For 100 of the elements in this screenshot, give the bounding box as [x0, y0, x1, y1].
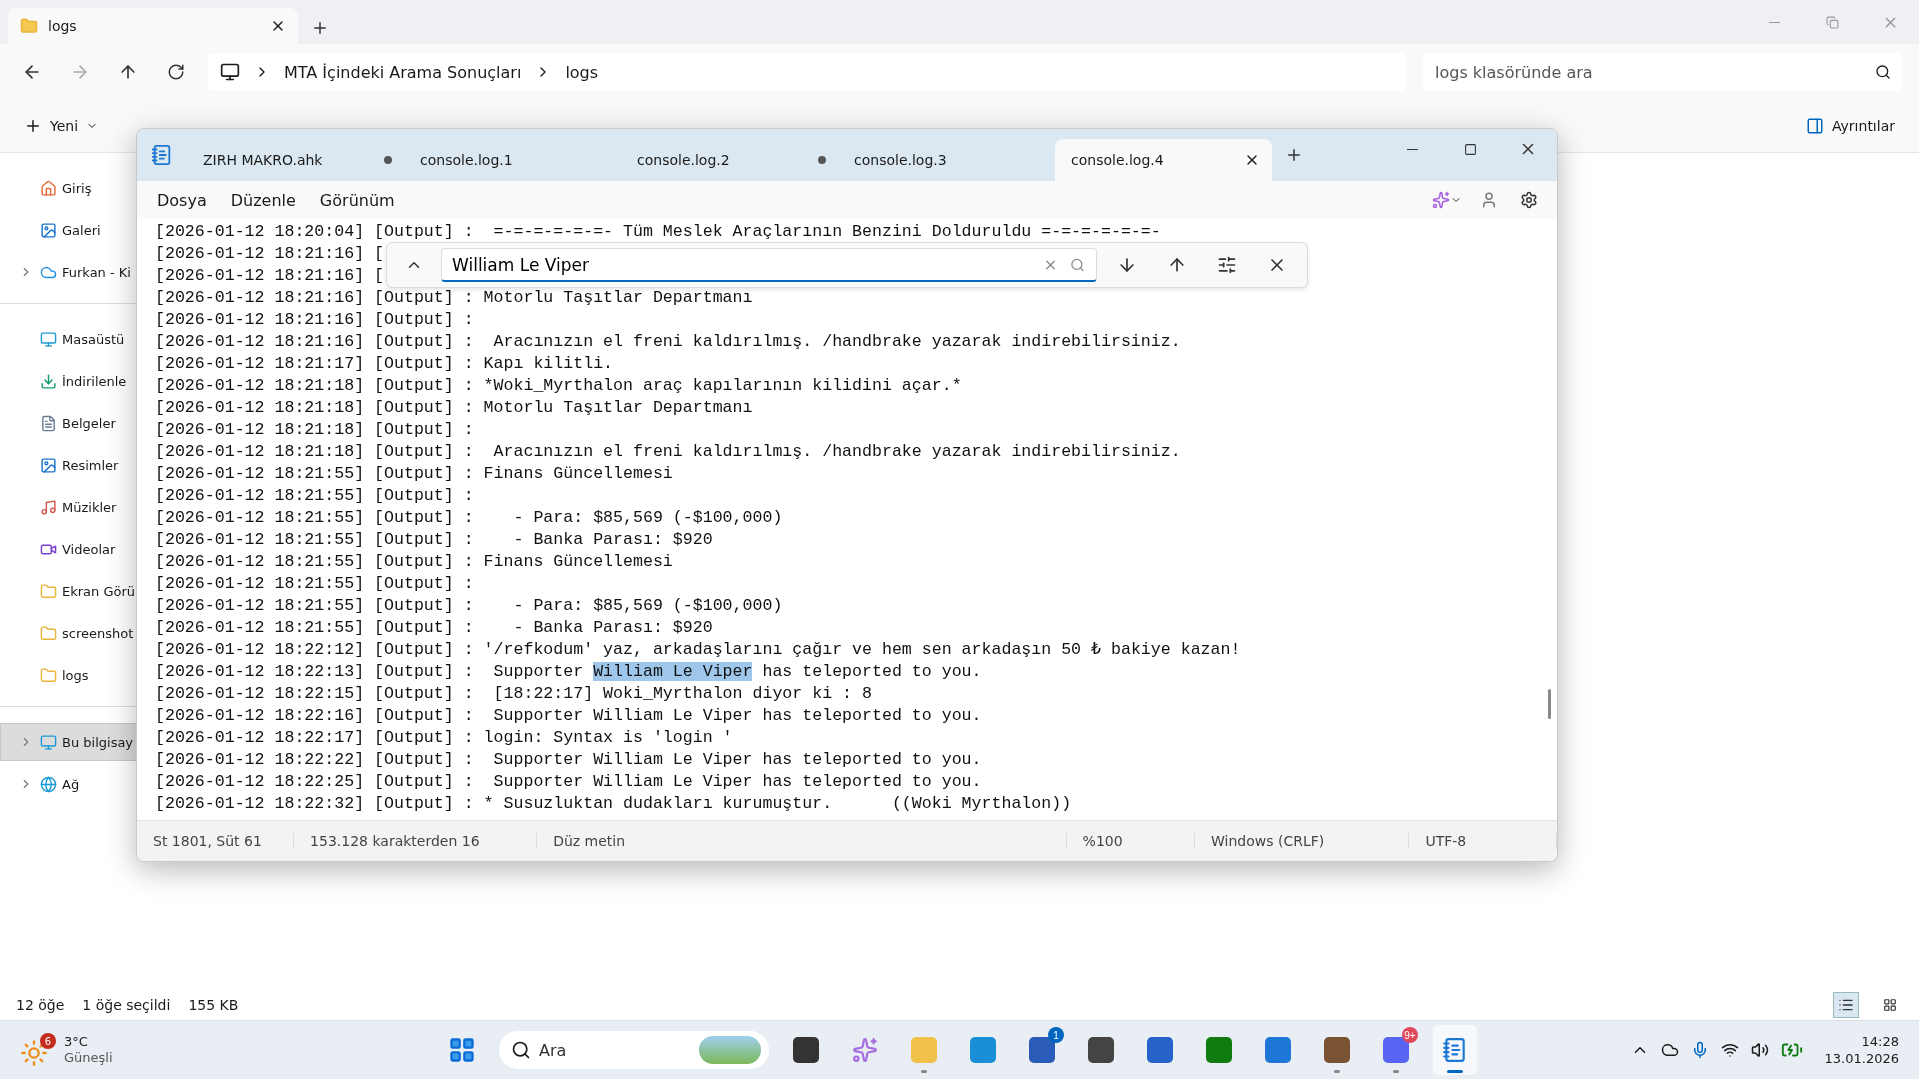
restore-icon — [1825, 15, 1839, 29]
log-line: [2026-01-12 18:21:55] [Output] : - Para: $85,569 (-$100,000) — [155, 595, 783, 617]
sidebar-item[interactable]: screenshot — [0, 614, 140, 652]
notification-badge: 1 — [1048, 1027, 1064, 1043]
log-line: [2026-01-12 18:22:17] [Output] : login: Syntax is 'login ' — [155, 727, 733, 749]
log-line: [2026-01-12 18:21:16] [Output] : Motorlu Taşıtlar Departmanı — [155, 287, 753, 309]
notebook-icon — [1442, 1037, 1468, 1063]
grid-icon — [1883, 998, 1897, 1012]
wifi-icon[interactable] — [1720, 1041, 1739, 1059]
log-line: [2026-01-12 18:21:18] [Output] : — [155, 419, 474, 441]
sidebar-item[interactable]: Ağ — [0, 765, 140, 803]
file-tab[interactable]: ZIRH MAKRO.ahk — [187, 139, 404, 181]
sidebar-item[interactable]: Videolar — [0, 530, 140, 568]
list-icon — [1838, 997, 1854, 1013]
sidebar-item[interactable]: logs — [0, 656, 140, 694]
sidebar-item[interactable]: Furkan - Ki — [0, 253, 140, 291]
find-field[interactable]: William Le Viper — [441, 248, 1097, 282]
sidebar-item[interactable]: Müzikler — [0, 488, 140, 526]
plus-icon — [24, 117, 42, 135]
sidebar-item[interactable]: Masaüstü — [0, 320, 140, 358]
breadcrumb-item[interactable]: logs — [565, 62, 599, 82]
menu-item[interactable]: Görünüm — [307, 184, 407, 216]
app-tile-icon — [970, 1037, 996, 1063]
log-line: [2026-01-12 18:22:32] [Output] : * Susuzluktan dudakları kurumuştur. ((Woki Myrthalon)) — [155, 793, 1072, 815]
music-note-icon — [40, 498, 57, 516]
app-tile-icon — [1147, 1037, 1173, 1063]
log-line: [2026-01-12 18:21:55] [Output] : Finans Güncellemesi — [155, 551, 673, 573]
panel-icon — [1805, 117, 1824, 135]
log-line: [2026-01-12 18:21:16] [Output] : — [155, 309, 474, 331]
maximize-icon — [1463, 142, 1477, 156]
status-text: %100 — [1066, 833, 1196, 849]
menu-item[interactable]: Düzenle — [218, 184, 308, 216]
details-button[interactable]: Ayrıntılar — [1801, 111, 1899, 141]
status-text: St 1801, Süt 61 — [137, 833, 295, 849]
plus-icon — [311, 19, 329, 37]
address-bar[interactable]: MTA İçindeki Arama Sonuçları logs — [208, 53, 1407, 91]
sidebar-item[interactable]: Ekran Görü — [0, 572, 140, 610]
log-line: [2026-01-12 18:22:22] [Output] : Supporter William Le Viper has teleported to you. — [155, 749, 982, 771]
settings-icon — [1520, 191, 1538, 209]
sidebar-item[interactable]: Galeri — [0, 211, 140, 249]
minimize-icon — [1768, 21, 1780, 23]
file-tab[interactable]: console.log.2 — [621, 139, 838, 181]
log-line: [2026-01-12 18:21:55] [Output] : — [155, 573, 474, 595]
landscape-picture-icon — [699, 1036, 761, 1064]
sliders-icon — [1217, 255, 1237, 275]
folder-icon — [40, 666, 57, 684]
search-icon — [1875, 64, 1891, 80]
log-line: [2026-01-12 18:21:16] [Output] : Aracınızın el freni kaldırılmış. /handbrake yazarak indirebilirsiniz. — [155, 331, 1181, 353]
notepad-icon — [151, 144, 173, 166]
app-tile-icon — [1088, 1037, 1114, 1063]
sidebar-item[interactable]: Giriş — [0, 169, 140, 207]
network-icon — [40, 775, 57, 793]
sidebar-item[interactable]: Belgeler — [0, 404, 140, 442]
app-tile-icon — [911, 1037, 937, 1063]
sparkle-icon — [852, 1037, 878, 1063]
sidebar-item[interactable]: Resimler — [0, 446, 140, 484]
file-tab[interactable]: console.log.1 — [404, 139, 621, 181]
download-icon — [40, 372, 57, 390]
file-tab[interactable]: console.log.3 — [838, 139, 1055, 181]
log-line: [2026-01-12 18:21:18] [Output] : *Woki_Myrthalon araç kapılarının kilidini açar.* — [155, 375, 962, 397]
app-tile-icon — [1206, 1037, 1232, 1063]
app-tile-icon — [793, 1037, 819, 1063]
clock[interactable]: 14:28 13.01.2026 — [1824, 1033, 1899, 1067]
volume-icon[interactable] — [1750, 1041, 1769, 1059]
cloud-icon[interactable] — [1660, 1041, 1679, 1059]
status-text: 12 öğe — [16, 997, 65, 1013]
folder-icon — [40, 582, 57, 600]
breadcrumb-item[interactable]: MTA İçindeki Arama Sonuçları — [284, 62, 522, 82]
document-icon — [40, 414, 57, 432]
weather-condition-text: Güneşli — [64, 1050, 113, 1066]
sparkle-icon — [1432, 191, 1450, 209]
picture-icon — [40, 456, 57, 474]
app-tile-icon — [1324, 1037, 1350, 1063]
file-tab[interactable]: console.log.4 — [1055, 139, 1272, 181]
sidebar-item[interactable]: İndirilenle — [0, 362, 140, 400]
menu-item[interactable]: Dosya — [145, 184, 219, 216]
search-icon[interactable] — [1070, 257, 1085, 273]
windows-logo-icon — [448, 1036, 476, 1064]
log-line: [2026-01-12 18:21:16] [ — [155, 265, 385, 287]
log-line: [2026-01-12 18:20:04] [Output] : =-=-=-=-=-=- Tüm Meslek Araçlarının Benzini Dolduruldu =-=-=-=-=-=- — [155, 221, 1161, 243]
details-view-button[interactable] — [1833, 992, 1859, 1018]
status-text: 153.128 karakterden 16 — [294, 833, 538, 849]
new-button[interactable]: Yeni — [20, 111, 103, 141]
log-line: [2026-01-12 18:22:16] [Output] : Supporter William Le Viper has teleported to you. — [155, 705, 982, 727]
scrollbar-thumb[interactable] — [1548, 689, 1551, 719]
notepad-app-icon[interactable] — [1433, 1025, 1477, 1075]
log-line: [2026-01-12 18:21:16] [ — [155, 243, 385, 265]
app-tile-icon — [1383, 1037, 1409, 1063]
search-field[interactable]: logs klasöründe ara — [1423, 53, 1903, 91]
notification-badge: 9+ — [1402, 1027, 1418, 1043]
computer-icon — [220, 62, 240, 82]
log-line: [2026-01-12 18:21:55] [Output] : - Banka Parası: $920 — [155, 617, 713, 639]
status-text: 1 öğe seçildi — [82, 997, 171, 1013]
log-line: [2026-01-12 18:22:15] [Output] : [18:22:17] Woki_Myrthalon diyor ki : 8 — [155, 683, 872, 705]
explorer-tab[interactable]: logs — [8, 8, 298, 44]
app-tile-icon — [1029, 1037, 1055, 1063]
weather-button[interactable]: 6 — [20, 1033, 56, 1067]
status-text: UTF-8 — [1409, 833, 1557, 849]
temperature-text: 3°C — [64, 1034, 89, 1050]
status-text: Windows (CRLF) — [1195, 833, 1410, 849]
